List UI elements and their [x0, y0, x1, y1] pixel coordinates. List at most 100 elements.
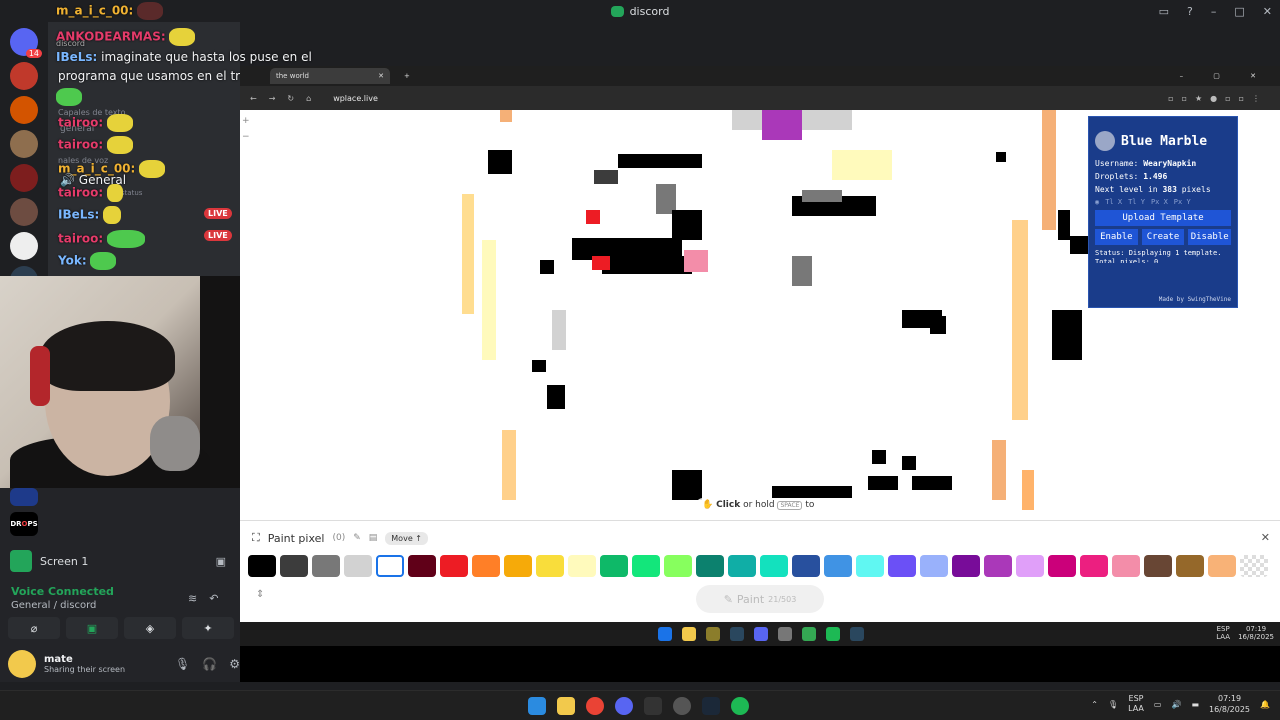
color-swatch[interactable]	[696, 555, 724, 577]
color-swatch[interactable]	[856, 555, 884, 577]
color-swatch[interactable]	[1112, 555, 1140, 577]
mic-tray-icon[interactable]: 🎙	[1108, 700, 1118, 709]
new-tab-icon[interactable]: +	[404, 72, 410, 80]
battery-icon[interactable]: ▬	[1191, 700, 1199, 709]
collapse-icon[interactable]: ⇕	[256, 589, 264, 600]
color-swatch[interactable]	[888, 555, 916, 577]
coord-input[interactable]: Px Y	[1174, 198, 1191, 206]
color-swatch[interactable]	[792, 555, 820, 577]
template-icon[interactable]: ▤	[369, 533, 378, 543]
color-swatch[interactable]	[472, 555, 500, 577]
zoom-out-icon[interactable]: −	[242, 132, 252, 142]
language-indicator[interactable]: ESP LAA	[1128, 694, 1144, 714]
color-swatch[interactable]	[344, 555, 372, 577]
volume-icon[interactable]: 🔊	[1171, 700, 1181, 709]
color-swatch[interactable]	[1144, 555, 1172, 577]
close-button[interactable]: ✕	[1263, 5, 1272, 18]
color-swatch[interactable]	[760, 555, 788, 577]
extension-icons[interactable]: ▫▫★●▫▫⋮	[1168, 94, 1268, 103]
epic-games-icon[interactable]	[644, 697, 662, 715]
server-icon[interactable]	[10, 198, 38, 226]
expand-icon[interactable]: ⛶	[252, 531, 260, 545]
color-swatch[interactable]	[1208, 555, 1236, 577]
color-swatch[interactable]	[1240, 555, 1268, 577]
help-icon[interactable]: ?	[1187, 5, 1193, 18]
home-button[interactable]: 14	[10, 28, 42, 58]
server-icon[interactable]	[10, 96, 38, 124]
server-icon[interactable]	[10, 130, 38, 158]
color-swatch[interactable]	[728, 555, 756, 577]
disconnect-icon[interactable]: ↶	[209, 592, 218, 605]
color-swatch[interactable]	[1176, 555, 1204, 577]
voice-channel-label[interactable]: General / discord	[11, 600, 114, 611]
browser-tab[interactable]: the world ✕	[270, 68, 390, 84]
move-button[interactable]: Move ↑	[385, 531, 428, 545]
server-icon[interactable]	[10, 62, 38, 90]
steam-icon[interactable]	[702, 697, 720, 715]
zoom-in-icon[interactable]: +	[242, 116, 252, 126]
color-swatch[interactable]	[600, 555, 628, 577]
forward-icon[interactable]: →	[269, 94, 276, 103]
coord-input[interactable]: Px X	[1151, 198, 1168, 206]
color-swatch[interactable]	[408, 555, 436, 577]
inbox-icon[interactable]: ▭	[1159, 5, 1169, 18]
file-explorer-icon[interactable]	[557, 697, 575, 715]
mic-icon[interactable]: 🎙	[175, 657, 190, 671]
share-screen-button[interactable]: ▣	[66, 617, 118, 639]
color-swatch[interactable]	[376, 555, 404, 577]
spotify-icon[interactable]	[731, 697, 749, 715]
server-icon[interactable]	[10, 232, 38, 260]
network-icon[interactable]: ▭	[1154, 700, 1162, 709]
pin-icon[interactable]: ◉	[1095, 198, 1099, 206]
pencil-icon[interactable]: ✎	[353, 533, 361, 543]
drops-icon[interactable]: DR O PS	[10, 512, 38, 536]
color-swatch[interactable]	[312, 555, 340, 577]
headphones-icon[interactable]: 🎧	[202, 657, 217, 671]
back-icon[interactable]: ←	[250, 94, 257, 103]
chevron-up-icon[interactable]: ⌃	[1091, 700, 1098, 709]
paint-button[interactable]: ✎ Paint 21/503	[696, 585, 824, 613]
server-icon[interactable]	[10, 488, 38, 506]
upload-template-button[interactable]: Upload Template	[1095, 210, 1231, 226]
noise-suppression-icon[interactable]: ≋	[188, 592, 197, 605]
url-field[interactable]: wplace.live	[333, 94, 378, 103]
soundboard-button[interactable]: ✦	[182, 617, 234, 639]
color-swatch[interactable]	[1048, 555, 1076, 577]
stop-stream-icon[interactable]: ▣	[216, 555, 226, 568]
maximize-button[interactable]: □	[1234, 5, 1244, 18]
camera-off-button[interactable]: ⌀	[8, 617, 60, 639]
server-icon[interactable]	[10, 164, 38, 192]
color-swatch[interactable]	[248, 555, 276, 577]
clock[interactable]: 07:19 16/8/2025	[1209, 693, 1250, 715]
color-swatch[interactable]	[504, 555, 532, 577]
close-panel-icon[interactable]: ✕	[1261, 531, 1270, 544]
color-swatch[interactable]	[952, 555, 980, 577]
enable-button[interactable]: Enable	[1095, 229, 1138, 245]
color-swatch[interactable]	[664, 555, 692, 577]
disable-button[interactable]: Disable	[1188, 229, 1232, 245]
discord-icon[interactable]	[615, 697, 633, 715]
browser-window-controls[interactable]: – ▢ ✕	[1180, 72, 1270, 80]
minimize-button[interactable]: –	[1211, 5, 1217, 18]
notification-icon[interactable]: 🔔	[1260, 700, 1270, 709]
tab-close-icon[interactable]: ✕	[378, 72, 384, 80]
home-icon[interactable]: ⌂	[306, 94, 311, 103]
coord-input[interactable]: Tl X	[1105, 198, 1122, 206]
app-icon[interactable]	[673, 697, 691, 715]
color-swatch[interactable]	[1080, 555, 1108, 577]
color-swatch[interactable]	[536, 555, 564, 577]
reload-icon[interactable]: ↻	[287, 94, 294, 103]
coord-input[interactable]: Tl Y	[1128, 198, 1145, 206]
create-button[interactable]: Create	[1141, 229, 1185, 245]
chrome-icon[interactable]	[586, 697, 604, 715]
color-swatch[interactable]	[632, 555, 660, 577]
screen-share-card[interactable]: Screen 1 ▣	[0, 548, 240, 574]
windows-start-icon[interactable]	[528, 697, 546, 715]
activity-button[interactable]: ◈	[124, 617, 176, 639]
avatar[interactable]	[8, 650, 36, 678]
color-swatch[interactable]	[280, 555, 308, 577]
color-swatch[interactable]	[440, 555, 468, 577]
settings-gear-icon[interactable]: ⚙	[229, 657, 240, 671]
color-swatch[interactable]	[1016, 555, 1044, 577]
color-swatch[interactable]	[568, 555, 596, 577]
